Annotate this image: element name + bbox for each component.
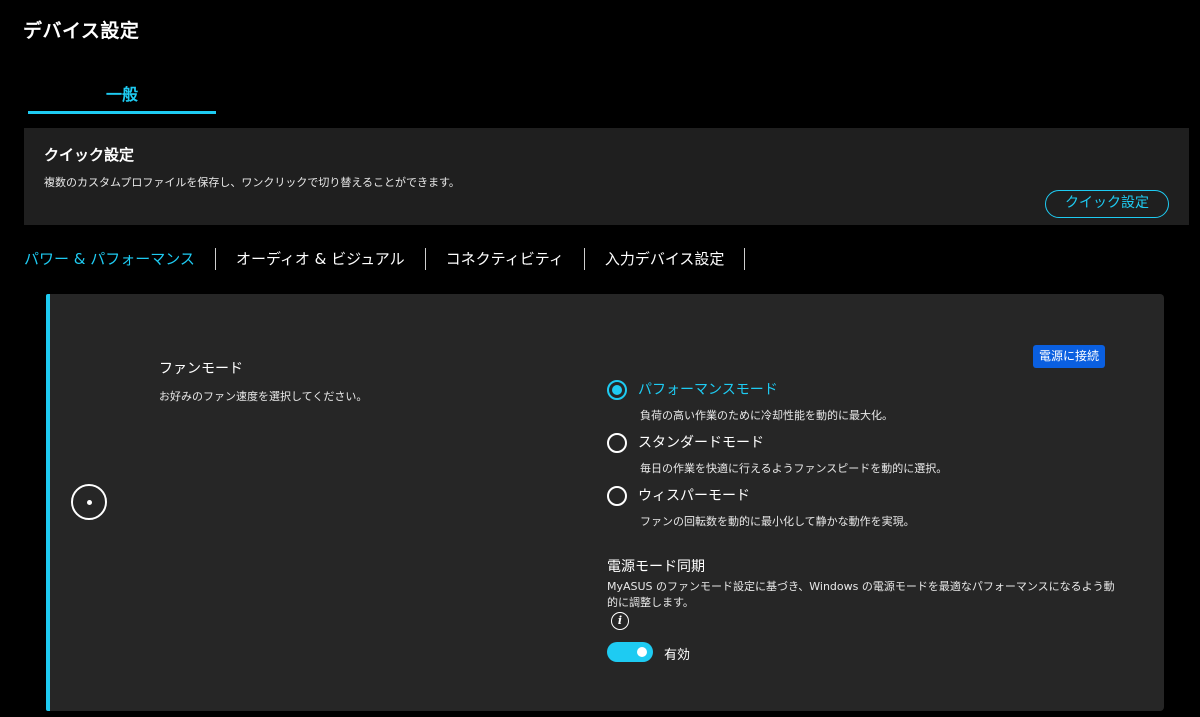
radio-unselected-icon[interactable]	[607, 433, 627, 453]
info-icon[interactable]: i	[611, 612, 629, 630]
tab-input-devices[interactable]: 入力デバイス設定	[585, 248, 746, 270]
fan-icon	[71, 484, 107, 520]
fan-mode-card: ファンモード お好みのファン速度を選択してください。 電源に接続 パフォーマンス…	[46, 294, 1164, 711]
radio-description: 負荷の高い作業のために冷却性能を動的に最大化。	[640, 409, 893, 422]
category-tabs: パワー & パフォーマンス オーディオ & ビジュアル コネクティビティ 入力デ…	[24, 246, 746, 272]
quick-settings-title: クイック設定	[44, 146, 135, 164]
device-settings-page: デバイス設定 一般 クイック設定 複数のカスタムプロファイルを保存し、ワンクリッ…	[0, 0, 1200, 717]
power-sync-title: 電源モード同期	[607, 559, 705, 575]
quick-settings-description: 複数のカスタムプロファイルを保存し、ワンクリックで切り替えることができます。	[44, 176, 460, 189]
tab-connectivity[interactable]: コネクティビティ	[426, 248, 585, 270]
quick-settings-button[interactable]: クイック設定	[1045, 190, 1169, 218]
fan-mode-title: ファンモード	[159, 361, 243, 377]
radio-label: ウィスパーモード	[638, 488, 750, 504]
page-title: デバイス設定	[23, 20, 140, 42]
radio-selected-icon[interactable]	[607, 380, 627, 400]
power-sync-toggle[interactable]	[607, 642, 653, 662]
tab-general[interactable]: 一般	[28, 84, 216, 114]
radio-unselected-icon[interactable]	[607, 486, 627, 506]
tab-power-performance[interactable]: パワー & パフォーマンス	[24, 248, 216, 270]
toggle-label: 有効	[664, 648, 691, 663]
power-sync-description: MyASUS のファンモード設定に基づき、Windows の電源モードを最適なパ…	[607, 580, 1115, 609]
selected-accent-bar	[46, 294, 50, 711]
power-connected-badge: 電源に接続	[1033, 345, 1106, 368]
radio-label: パフォーマンスモード	[638, 382, 778, 398]
radio-description: 毎日の作業を快適に行えるようファンスピードを動的に選択。	[640, 462, 948, 475]
fan-mode-description: お好みのファン速度を選択してください。	[159, 390, 368, 403]
radio-description: ファンの回転数を動的に最小化して静かな動作を実現。	[640, 515, 915, 528]
tab-audio-visual[interactable]: オーディオ & ビジュアル	[216, 248, 426, 270]
radio-label: スタンダードモード	[638, 435, 764, 451]
quick-settings-panel: クイック設定 複数のカスタムプロファイルを保存し、ワンクリックで切り替えることが…	[24, 128, 1189, 225]
